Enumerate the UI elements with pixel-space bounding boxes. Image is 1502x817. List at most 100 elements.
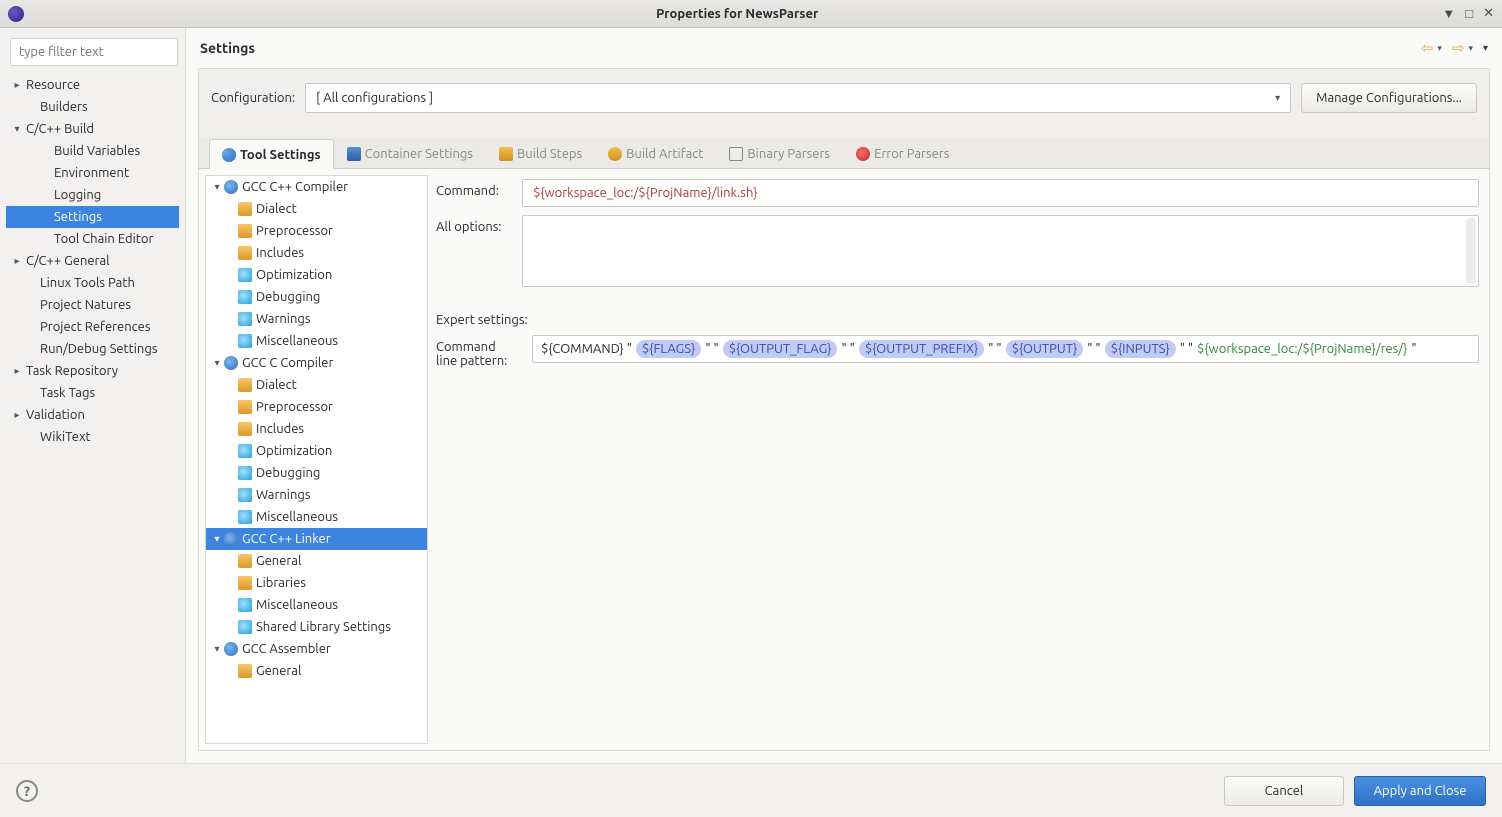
artifact-icon — [608, 147, 622, 161]
chevron-down-icon[interactable]: ▾ — [210, 181, 224, 193]
filter-input[interactable] — [10, 38, 178, 66]
configuration-select[interactable]: [ All configurations ] ▾ — [305, 83, 1291, 113]
chevron-down-icon[interactable]: ▾ — [210, 357, 224, 369]
tool-tree-item-label: General — [256, 664, 301, 678]
option-icon — [238, 554, 252, 568]
settings-panel: Configuration: [ All configurations ] ▾ … — [198, 68, 1490, 751]
sidebar-item-wikitext[interactable]: WikiText — [6, 426, 179, 448]
tool-tree-item-includes[interactable]: Includes — [206, 418, 427, 440]
sidebar-item-label: WikiText — [38, 430, 91, 444]
sidebar-item-settings[interactable]: Settings — [6, 206, 179, 228]
tool-tree-item-general[interactable]: General — [206, 550, 427, 572]
inputs-token: ${INPUTS} — [1105, 340, 1176, 358]
sidebar-item-project-natures[interactable]: Project Natures — [6, 294, 179, 316]
tool-tree-item-preprocessor[interactable]: Preprocessor — [206, 396, 427, 418]
view-menu-icon[interactable]: ▾ — [1483, 42, 1488, 54]
tool-tree-item-shared-library-settings[interactable]: Shared Library Settings — [206, 616, 427, 638]
tab-container-settings[interactable]: Container Settings — [334, 138, 486, 168]
chevron-right-icon[interactable]: ▸ — [10, 255, 24, 267]
chevron-down-icon[interactable]: ▾ — [210, 533, 224, 545]
back-dropdown-icon[interactable]: ▾ — [1437, 43, 1442, 54]
tool-tree-item-gcc-c-compiler[interactable]: ▾GCC C Compiler — [206, 352, 427, 374]
scrollbar[interactable] — [1466, 218, 1476, 284]
tool-tree-item-debugging[interactable]: Debugging — [206, 286, 427, 308]
sidebar-item-label: Settings — [52, 210, 102, 224]
tab-error-parsers[interactable]: Error Parsers — [843, 138, 962, 168]
sidebar-item-c-c-build[interactable]: ▾C/C++ Build — [6, 118, 179, 140]
sidebar-item-project-references[interactable]: Project References — [6, 316, 179, 338]
tool-icon — [224, 532, 238, 546]
window-buttons: ▼ □ ✕ — [1442, 6, 1494, 21]
tool-tree-item-optimization[interactable]: Optimization — [206, 440, 427, 462]
cancel-button[interactable]: Cancel — [1224, 776, 1344, 806]
tool-tree-item-general[interactable]: General — [206, 660, 427, 682]
chevron-right-icon[interactable]: ▸ — [10, 79, 24, 91]
tab-tool-settings[interactable]: Tool Settings — [209, 139, 334, 169]
sidebar-item-task-repository[interactable]: ▸Task Repository — [6, 360, 179, 382]
tool-tree-item-gcc-c-compiler[interactable]: ▾GCC C++ Compiler — [206, 176, 427, 198]
back-icon[interactable]: ⇦ — [1421, 39, 1434, 57]
tool-tree-item-miscellaneous[interactable]: Miscellaneous — [206, 506, 427, 528]
tab-label: Build Artifact — [626, 147, 703, 161]
configuration-label: Configuration: — [211, 91, 295, 105]
tool-tree-item-preprocessor[interactable]: Preprocessor — [206, 220, 427, 242]
sidebar-item-label: Environment — [52, 166, 129, 180]
tool-tree-item-miscellaneous[interactable]: Miscellaneous — [206, 594, 427, 616]
tab-build-steps[interactable]: Build Steps — [486, 138, 595, 168]
tab-binary-parsers[interactable]: Binary Parsers — [716, 138, 843, 168]
tool-tree-item-dialect[interactable]: Dialect — [206, 198, 427, 220]
sidebar-item-build-variables[interactable]: Build Variables — [6, 140, 179, 162]
tool-tree-item-label: Miscellaneous — [256, 598, 338, 612]
tool-tree-item-gcc-assembler[interactable]: ▾GCC Assembler — [206, 638, 427, 660]
apply-and-close-button[interactable]: Apply and Close — [1354, 776, 1486, 806]
chevron-right-icon[interactable]: ▸ — [10, 409, 24, 421]
tab-build-artifact[interactable]: Build Artifact — [595, 138, 716, 168]
sidebar-item-builders[interactable]: Builders — [6, 96, 179, 118]
tool-tree-item-label: Libraries — [256, 576, 306, 590]
all-options-textarea[interactable] — [522, 215, 1479, 287]
category-tree[interactable]: ▸ResourceBuilders▾C/C++ BuildBuild Varia… — [6, 74, 179, 448]
sidebar-item-validation[interactable]: ▸Validation — [6, 404, 179, 426]
sidebar-item-run-debug-settings[interactable]: Run/Debug Settings — [6, 338, 179, 360]
command-pattern-input[interactable]: ${COMMAND} " ${FLAGS} " " ${OUTPUT_FLAG}… — [532, 335, 1479, 363]
tool-tree-item-libraries[interactable]: Libraries — [206, 572, 427, 594]
tool-tree-item-debugging[interactable]: Debugging — [206, 462, 427, 484]
tool-tree-item-includes[interactable]: Includes — [206, 242, 427, 264]
tool-tree-item-label: Warnings — [256, 312, 311, 326]
configuration-row: Configuration: [ All configurations ] ▾ … — [199, 69, 1489, 137]
option-icon — [238, 202, 252, 216]
tool-tree-item-warnings[interactable]: Warnings — [206, 484, 427, 506]
command-input[interactable]: ${workspace_loc:/${ProjName}/link.sh} — [522, 179, 1479, 207]
sidebar-item-linux-tools-path[interactable]: Linux Tools Path — [6, 272, 179, 294]
tool-tree-item-warnings[interactable]: Warnings — [206, 308, 427, 330]
tool-tree-item-optimization[interactable]: Optimization — [206, 264, 427, 286]
sidebar-item-task-tags[interactable]: Task Tags — [6, 382, 179, 404]
main-panel: Settings ⇦ ▾ ⇨ ▾ ▾ Configuration: [ All … — [185, 28, 1502, 763]
tool-tree-item-dialect[interactable]: Dialect — [206, 374, 427, 396]
tool-tree[interactable]: ▾GCC C++ CompilerDialectPreprocessorIncl… — [205, 175, 428, 744]
close-icon[interactable]: ✕ — [1483, 6, 1494, 21]
chevron-right-icon[interactable]: ▸ — [10, 365, 24, 377]
tool-tree-item-gcc-c-linker[interactable]: ▾GCC C++ Linker — [206, 528, 427, 550]
forward-icon[interactable]: ⇨ — [1452, 39, 1465, 57]
option-icon — [238, 444, 252, 458]
help-icon[interactable]: ? — [16, 780, 38, 802]
sidebar-item-resource[interactable]: ▸Resource — [6, 74, 179, 96]
tool-form: Command: ${workspace_loc:/${ProjName}/li… — [428, 169, 1489, 750]
chevron-down-icon[interactable]: ▾ — [210, 643, 224, 655]
settings-tabbar: Tool SettingsContainer SettingsBuild Ste… — [199, 137, 1489, 169]
tool-settings-body: ▾GCC C++ CompilerDialectPreprocessorIncl… — [199, 169, 1489, 750]
manage-configurations-button[interactable]: Manage Configurations... — [1301, 83, 1477, 113]
maximize-icon[interactable]: □ — [1465, 6, 1473, 21]
minimize-icon[interactable]: ▼ — [1442, 6, 1455, 21]
sidebar-item-tool-chain-editor[interactable]: Tool Chain Editor — [6, 228, 179, 250]
tool-tree-item-miscellaneous[interactable]: Miscellaneous — [206, 330, 427, 352]
sidebar-item-c-c-general[interactable]: ▸C/C++ General — [6, 250, 179, 272]
sidebar-item-logging[interactable]: Logging — [6, 184, 179, 206]
sidebar-item-environment[interactable]: Environment — [6, 162, 179, 184]
forward-dropdown-icon[interactable]: ▾ — [1468, 43, 1473, 54]
chevron-down-icon[interactable]: ▾ — [10, 123, 24, 135]
tool-tree-item-label: Debugging — [256, 466, 320, 480]
tool-icon — [224, 356, 238, 370]
option-icon — [238, 620, 252, 634]
